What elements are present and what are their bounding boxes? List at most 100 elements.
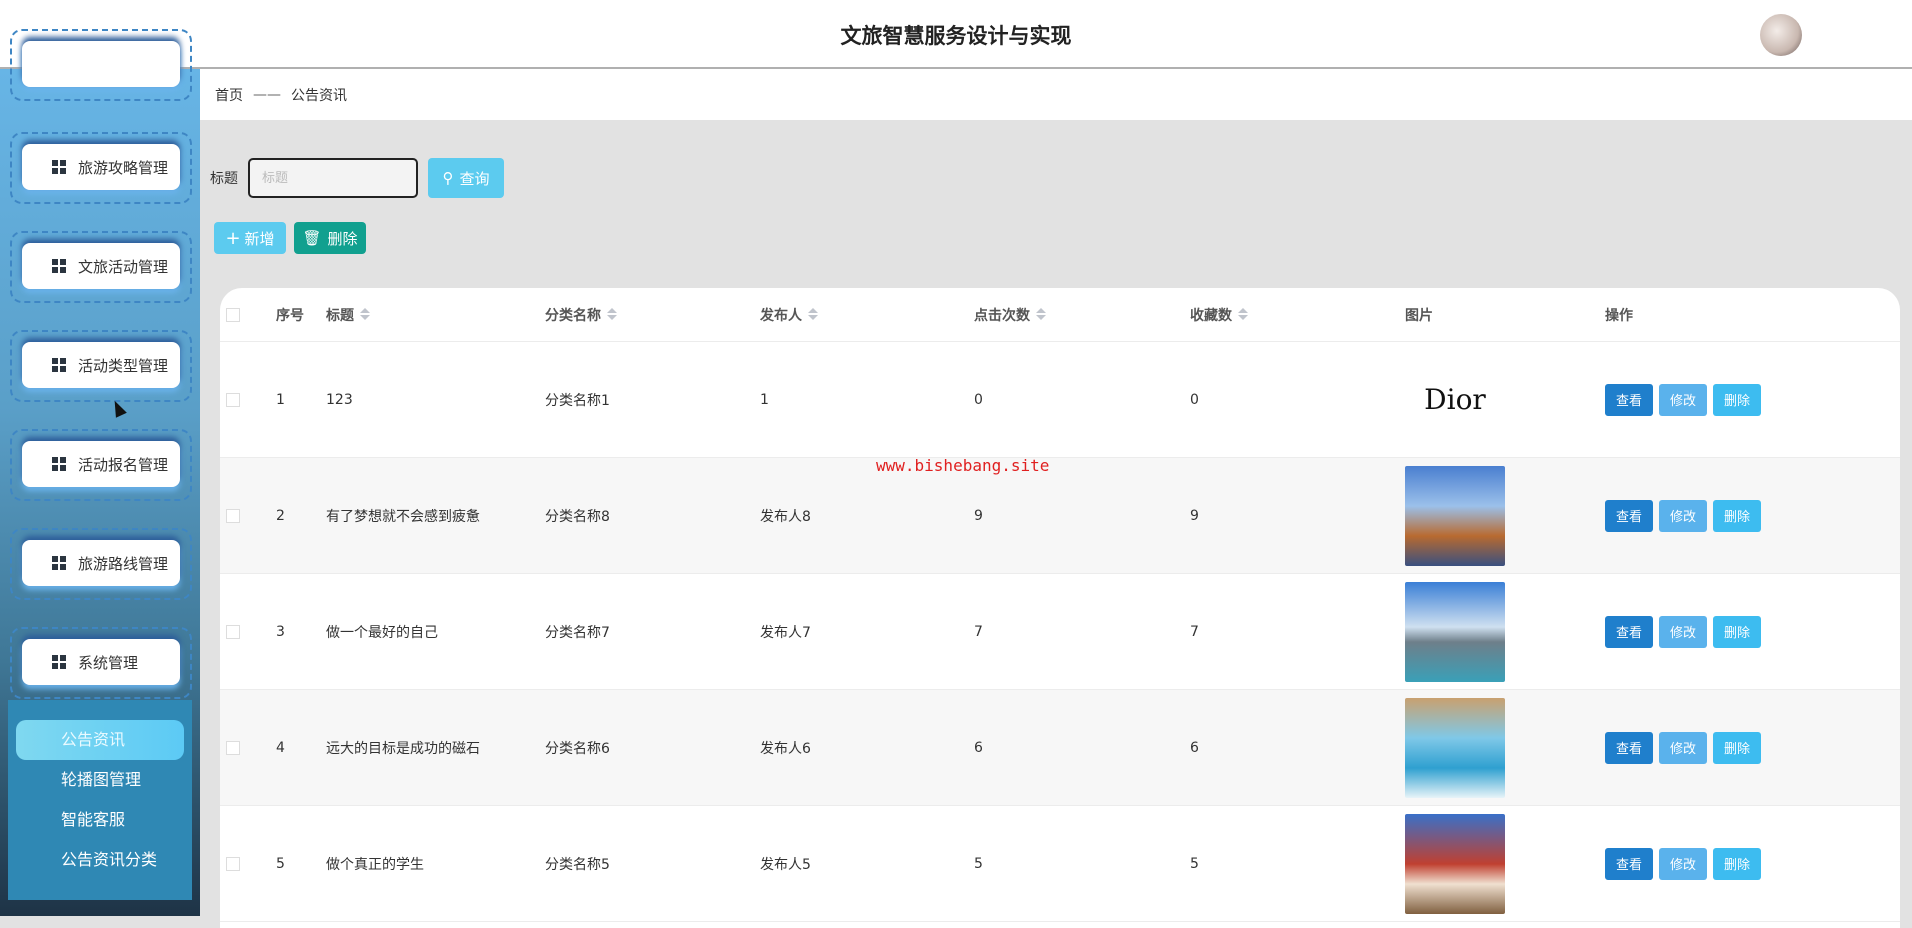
delete-button[interactable]: 删除 (1713, 847, 1761, 880)
row-no: 2 (276, 507, 285, 524)
col-image: 图片 (1405, 307, 1433, 324)
submenu-item[interactable]: 智能客服 (16, 800, 184, 840)
row-checkbox[interactable] (226, 740, 240, 755)
row-checkbox[interactable] (226, 392, 240, 407)
batch-delete-button[interactable]: 🗑 删除 (294, 222, 366, 254)
row-no: 1 (276, 391, 285, 408)
row-image[interactable] (1405, 813, 1505, 914)
col-title[interactable]: 标题 (326, 305, 370, 325)
breadcrumb-home[interactable]: 首页 (215, 85, 243, 105)
query-button[interactable]: ⚲ 查询 (428, 158, 504, 198)
search-bar: 标题 ⚲查询 (210, 158, 504, 198)
row-checkbox[interactable] (226, 508, 240, 523)
row-category: 分类名称7 (545, 624, 610, 641)
row-publisher: 发布人8 (760, 508, 811, 525)
sidebar-item[interactable]: 文旅活动管理 (10, 231, 192, 303)
action-buttons: + 新增 🗑 删除 (214, 222, 366, 254)
edit-button[interactable]: 修改 (1659, 731, 1707, 764)
delete-button[interactable]: 删除 (1713, 731, 1761, 764)
trash-icon: 🗑 (302, 229, 322, 247)
app-title: 文旅智慧服务设计与实现 (840, 24, 1072, 48)
row-category: 分类名称1 (545, 392, 610, 409)
briefcase-icon (52, 457, 66, 471)
row-title: 远大的目标是成功的磁石 (326, 740, 480, 757)
edit-button[interactable]: 修改 (1659, 499, 1707, 532)
row-publisher: 发布人5 (760, 856, 811, 873)
delete-button[interactable]: 删除 (1713, 499, 1761, 532)
delete-button[interactable]: 删除 (1713, 615, 1761, 648)
select-all-checkbox[interactable] (226, 307, 240, 322)
sidebar: 旅游攻略管理 文旅活动管理 活动类型管理活动报名管理 旅游路线管理 系统管理公告资讯 轮播… (0, 29, 200, 916)
sidebar-item-partial[interactable] (10, 29, 192, 101)
sidebar-item-button[interactable]: 旅游路线管理 (22, 540, 180, 586)
sidebar-item[interactable]: 系统管理 (10, 627, 192, 699)
sort-icon[interactable] (607, 307, 617, 320)
plus-icon: + (225, 227, 241, 249)
sidebar-item-label: 文旅活动管理 (78, 257, 169, 276)
sidebar-item[interactable]: 活动报名管理 (10, 429, 192, 501)
row-image[interactable]: Dior (1405, 350, 1505, 450)
row-title: 做个真正的学生 (326, 856, 424, 873)
row-no: 4 (276, 739, 285, 756)
sidebar-item-button[interactable]: 活动报名管理 (22, 441, 180, 487)
submenu-item[interactable]: 轮播图管理 (16, 760, 184, 800)
delete-button[interactable]: 删除 (1713, 383, 1761, 416)
table-row: 4 远大的目标是成功的磁石 分类名称6 发布人6 6 6 查看 修改 删除 (220, 690, 1900, 806)
row-publisher: 1 (760, 391, 769, 408)
sidebar-item[interactable]: 活动类型管理 (10, 330, 192, 402)
top-header: 文旅智慧服务设计与实现 (0, 0, 1912, 69)
title-search-input[interactable] (248, 158, 418, 198)
sidebar-item[interactable]: 旅游攻略管理 (10, 132, 192, 204)
submenu-item[interactable]: 公告资讯分类 (16, 840, 184, 880)
sidebar-item-button[interactable]: 活动类型管理 (22, 342, 180, 388)
row-image[interactable] (1405, 697, 1505, 798)
row-clicks: 5 (974, 855, 983, 872)
col-publisher[interactable]: 发布人 (760, 305, 818, 325)
row-checkbox[interactable] (226, 856, 240, 871)
row-category: 分类名称8 (545, 508, 610, 525)
view-button[interactable]: 查看 (1605, 615, 1653, 648)
row-no: 5 (276, 855, 285, 872)
sidebar-item[interactable]: 旅游路线管理 (10, 528, 192, 600)
sidebar-item-button[interactable]: 文旅活动管理 (22, 243, 180, 289)
col-favorites[interactable]: 收藏数 (1190, 305, 1248, 325)
row-title: 123 (326, 391, 353, 408)
sidebar-item-button[interactable]: 系统管理 (22, 639, 180, 685)
sort-icon[interactable] (808, 307, 818, 320)
edit-button[interactable]: 修改 (1659, 847, 1707, 880)
grid-icon (52, 358, 66, 372)
table-row: 1 123 分类名称1 1 0 0 Dior 查看 修改 删除 (220, 342, 1900, 458)
row-image[interactable] (1405, 465, 1505, 566)
col-no: 序号 (276, 307, 304, 324)
sidebar-item-label: 活动类型管理 (78, 356, 169, 375)
add-button[interactable]: + 新增 (214, 222, 286, 254)
view-button[interactable]: 查看 (1605, 847, 1653, 880)
row-actions: 查看 修改 删除 (1605, 615, 1761, 648)
table-row: 5 做个真正的学生 分类名称5 发布人5 5 5 查看 修改 删除 (220, 806, 1900, 922)
table-header: 序号 标题 分类名称 发布人 点击次数 收藏数 图片 操作 (220, 288, 1900, 342)
view-button[interactable]: 查看 (1605, 383, 1653, 416)
col-ops: 操作 (1605, 307, 1633, 324)
avatar[interactable] (1760, 14, 1802, 56)
row-checkbox[interactable] (226, 624, 240, 639)
row-clicks: 9 (974, 507, 983, 524)
col-category[interactable]: 分类名称 (545, 305, 617, 325)
edit-button[interactable]: 修改 (1659, 383, 1707, 416)
sort-icon[interactable] (1238, 307, 1248, 320)
sidebar-item-label: 旅游攻略管理 (78, 158, 169, 177)
row-image[interactable] (1405, 581, 1505, 682)
row-publisher: 发布人6 (760, 740, 811, 757)
edit-button[interactable]: 修改 (1659, 615, 1707, 648)
col-clicks[interactable]: 点击次数 (974, 305, 1046, 325)
row-clicks: 6 (974, 739, 983, 756)
table-row: 3 做一个最好的自己 分类名称7 发布人7 7 7 查看 修改 删除 (220, 574, 1900, 690)
sidebar-item-button[interactable]: 旅游攻略管理 (22, 144, 180, 190)
sort-icon[interactable] (360, 307, 370, 320)
sort-icon[interactable] (1036, 307, 1046, 320)
view-button[interactable]: 查看 (1605, 499, 1653, 532)
view-button[interactable]: 查看 (1605, 731, 1653, 764)
grid-icon (52, 655, 66, 669)
submenu-item[interactable]: 公告资讯 (16, 720, 184, 760)
grid-icon (52, 556, 66, 570)
row-favorites: 5 (1190, 855, 1199, 872)
